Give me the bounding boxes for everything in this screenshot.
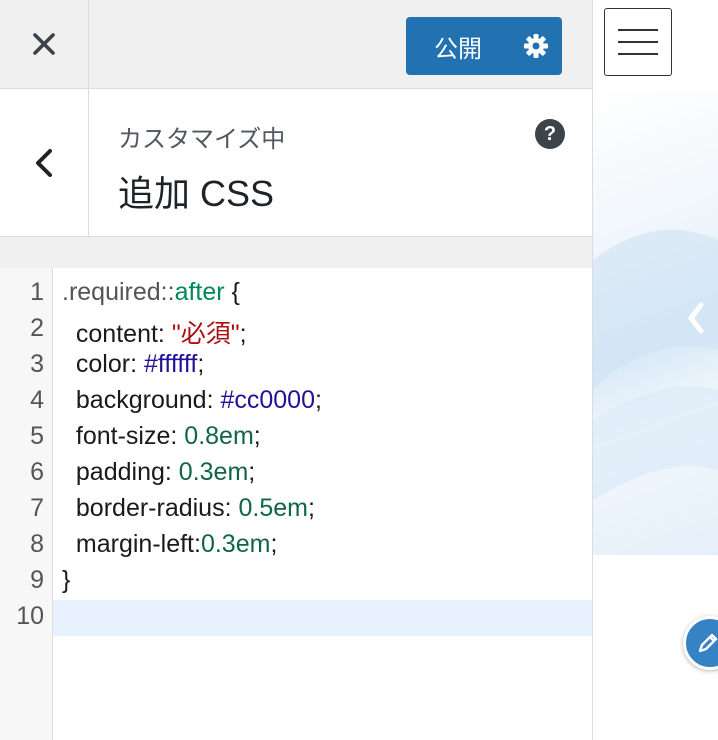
chevron-left-icon [36, 148, 52, 177]
close-icon [33, 33, 55, 55]
site-preview [593, 0, 718, 740]
css-value: #cc0000 [220, 386, 315, 414]
css-code-editor[interactable]: 1 2 3 4 5 6 7 8 9 10 .required::after { … [0, 268, 592, 740]
css-value: "必須" [171, 320, 240, 348]
customizer-header: 公開 [0, 0, 592, 89]
close-button[interactable] [0, 0, 89, 88]
active-line-highlight [53, 600, 592, 636]
css-colon: : [194, 530, 201, 558]
line-number: 5 [30, 422, 44, 450]
css-colon: : [224, 494, 239, 522]
css-semicolon: ; [239, 320, 247, 348]
code-line[interactable]: .required::after { [62, 278, 240, 307]
css-brace: { [224, 278, 240, 306]
line-number: 3 [30, 350, 44, 378]
line-number: 6 [30, 458, 44, 486]
hero-wave-shape [593, 229, 718, 500]
css-semicolon: ; [270, 530, 278, 558]
line-number: 8 [30, 530, 44, 558]
css-separator: :: [160, 278, 175, 306]
css-selector: .required [62, 278, 161, 306]
edit-shortcut-button[interactable] [683, 616, 718, 670]
line-number: 9 [30, 566, 44, 594]
publish-button[interactable]: 公開 [406, 17, 510, 75]
pencil-icon [698, 633, 718, 653]
gear-icon [524, 34, 548, 58]
css-property: padding [75, 458, 165, 486]
line-number-gutter: 1 2 3 4 5 6 7 8 9 10 [0, 268, 53, 740]
css-semicolon: ; [307, 494, 315, 522]
css-pseudo-element: after [174, 278, 225, 306]
css-semicolon: ; [248, 458, 256, 486]
line-number: 4 [30, 386, 44, 414]
css-value: #ffffff [144, 350, 198, 378]
css-property: margin-left [75, 530, 194, 558]
customizing-label: カスタマイズ中 [118, 126, 286, 153]
code-line[interactable]: padding: 0.3em; [62, 458, 255, 487]
css-colon: : [130, 350, 144, 378]
help-button[interactable]: ? [535, 119, 565, 149]
css-property: color [75, 350, 131, 378]
code-line[interactable]: content: "必須"; [62, 314, 247, 350]
css-colon: : [170, 422, 185, 450]
section-title: 追加 CSS [118, 173, 275, 214]
publish-button-group: 公開 [406, 17, 562, 75]
css-value: 0.3em [178, 458, 249, 486]
css-property: background [75, 386, 207, 414]
menu-button[interactable] [604, 8, 672, 76]
code-area[interactable]: .required::after { content: "必須"; color:… [53, 268, 592, 740]
css-property: font-size [75, 422, 171, 450]
code-line[interactable]: color: #ffffff; [62, 350, 204, 379]
css-colon: : [164, 458, 179, 486]
hamburger-icon [618, 41, 658, 43]
code-line[interactable]: } [62, 566, 70, 595]
css-brace: } [62, 566, 71, 594]
code-line[interactable]: margin-left:0.3em; [62, 530, 277, 559]
hamburger-icon [618, 53, 658, 55]
hero-image [593, 90, 718, 555]
line-number: 10 [16, 602, 44, 630]
css-property: border-radius [75, 494, 225, 522]
css-colon: : [157, 320, 172, 348]
code-line[interactable]: background: #cc0000; [62, 386, 322, 415]
line-number: 1 [30, 278, 44, 306]
line-number: 2 [30, 314, 44, 342]
code-line[interactable]: border-radius: 0.5em; [62, 494, 315, 523]
css-value: 0.8em [184, 422, 254, 450]
line-number: 7 [30, 494, 44, 522]
publish-settings-button[interactable] [510, 17, 562, 75]
back-button[interactable] [0, 89, 89, 236]
css-value: 0.3em [200, 530, 271, 558]
section-header: カスタマイズ中 追加 CSS ? [0, 89, 592, 237]
css-semicolon: ; [197, 350, 205, 378]
customizer-panel: 公開 カスタマイズ中 追加 CSS ? 1 2 3 4 5 6 7 8 9 10… [0, 0, 593, 740]
css-value: 0.5em [238, 494, 308, 522]
css-semicolon: ; [253, 422, 261, 450]
help-icon: ? [543, 122, 557, 145]
css-property: content [75, 320, 158, 348]
hamburger-icon [618, 29, 658, 31]
css-semicolon: ; [315, 386, 322, 414]
css-colon: : [206, 386, 221, 414]
code-line[interactable]: font-size: 0.8em; [62, 422, 261, 451]
